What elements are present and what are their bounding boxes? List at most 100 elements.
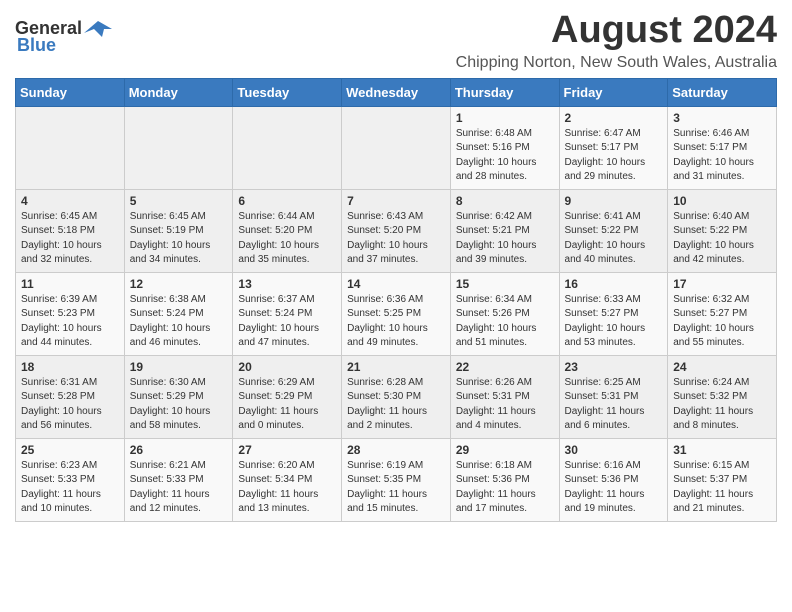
calendar-week-1: 1 Sunrise: 6:48 AMSunset: 5:16 PMDaylight… — [16, 106, 777, 189]
day-number: 11 — [21, 277, 119, 291]
day-info: Sunrise: 6:19 AMSunset: 5:35 PMDaylight:… — [347, 459, 445, 517]
calendar-cell — [16, 106, 125, 189]
calendar-cell — [342, 106, 451, 189]
day-info: Sunrise: 6:38 AMSunset: 5:24 PMDaylight:… — [130, 293, 228, 351]
calendar-cell: 3Sunrise: 6:46 AMSunset: 5:17 PMDaylight… — [668, 106, 777, 189]
day-number: 8 — [456, 194, 554, 208]
day-info: Sunrise: 6:48 AMSunset: 5:16 PMDaylight:… — [456, 127, 554, 185]
day-number: 5 — [130, 194, 228, 208]
header-wednesday: Wednesday — [342, 78, 451, 106]
day-number: 28 — [347, 443, 445, 457]
day-info: Sunrise: 6:44 AMSunset: 5:20 PMDaylight:… — [238, 210, 336, 268]
calendar-cell: 17 Sunrise: 6:32 AMSunset: 5:27 PMDayligh… — [668, 272, 777, 355]
day-info: Sunrise: 6:29 AMSunset: 5:29 PMDaylight:… — [238, 376, 336, 434]
day-info: Sunrise: 6:36 AMSunset: 5:25 PMDaylight:… — [347, 293, 445, 351]
day-number: 25 — [21, 443, 119, 457]
day-number: 18 — [21, 360, 119, 374]
main-title: August 2024 — [456, 10, 777, 52]
day-number: 13 — [238, 277, 336, 291]
day-info: Sunrise: 6:47 AMSunset: 5:17 PMDaylight:… — [565, 127, 663, 185]
day-number: 14 — [347, 277, 445, 291]
day-info: Sunrise: 6:25 AMSunset: 5:31 PMDaylight:… — [565, 376, 663, 434]
day-info: Sunrise: 6:16 AMSunset: 5:36 PMDaylight:… — [565, 459, 663, 517]
day-number: 24 — [673, 360, 771, 374]
day-number: 2 — [565, 111, 663, 125]
calendar-cell: 20 Sunrise: 6:29 AMSunset: 5:29 PMDayligh… — [233, 355, 342, 438]
calendar-week-3: 11 Sunrise: 6:39 AMSunset: 5:23 PMDayligh… — [16, 272, 777, 355]
day-number: 21 — [347, 360, 445, 374]
calendar-cell: 31 Sunrise: 6:15 AMSunset: 5:37 PMDayligh… — [668, 438, 777, 521]
day-number: 20 — [238, 360, 336, 374]
calendar-cell: 19Sunrise: 6:30 AMSunset: 5:29 PMDayligh… — [124, 355, 233, 438]
calendar-header: SundayMondayTuesdayWednesdayThursdayFrid… — [16, 78, 777, 106]
header-thursday: Thursday — [450, 78, 559, 106]
header-saturday: Saturday — [668, 78, 777, 106]
calendar-cell: 12 Sunrise: 6:38 AMSunset: 5:24 PMDayligh… — [124, 272, 233, 355]
day-number: 17 — [673, 277, 771, 291]
header-tuesday: Tuesday — [233, 78, 342, 106]
calendar-week-4: 18Sunrise: 6:31 AMSunset: 5:28 PMDayligh… — [16, 355, 777, 438]
day-info: Sunrise: 6:39 AMSunset: 5:23 PMDaylight:… — [21, 293, 119, 351]
day-info: Sunrise: 6:43 AMSunset: 5:20 PMDaylight:… — [347, 210, 445, 268]
calendar-cell: 28 Sunrise: 6:19 AMSunset: 5:35 PMDayligh… — [342, 438, 451, 521]
day-info: Sunrise: 6:34 AMSunset: 5:26 PMDaylight:… — [456, 293, 554, 351]
day-number: 23 — [565, 360, 663, 374]
calendar-cell: 16 Sunrise: 6:33 AMSunset: 5:27 PMDayligh… — [559, 272, 668, 355]
calendar-cell: 29Sunrise: 6:18 AMSunset: 5:36 PMDayligh… — [450, 438, 559, 521]
day-number: 31 — [673, 443, 771, 457]
calendar-cell: 21 Sunrise: 6:28 AMSunset: 5:30 PMDayligh… — [342, 355, 451, 438]
calendar-cell — [233, 106, 342, 189]
day-info: Sunrise: 6:28 AMSunset: 5:30 PMDaylight:… — [347, 376, 445, 434]
calendar-cell: 26Sunrise: 6:21 AMSunset: 5:33 PMDayligh… — [124, 438, 233, 521]
subtitle: Chipping Norton, New South Wales, Austra… — [456, 54, 777, 72]
header-row: SundayMondayTuesdayWednesdayThursdayFrid… — [16, 78, 777, 106]
day-info: Sunrise: 6:24 AMSunset: 5:32 PMDaylight:… — [673, 376, 771, 434]
calendar-cell: 2 Sunrise: 6:47 AMSunset: 5:17 PMDaylight… — [559, 106, 668, 189]
day-number: 16 — [565, 277, 663, 291]
day-info: Sunrise: 6:15 AMSunset: 5:37 PMDaylight:… — [673, 459, 771, 517]
day-info: Sunrise: 6:32 AMSunset: 5:27 PMDaylight:… — [673, 293, 771, 351]
logo-text-blue: Blue — [17, 35, 56, 56]
calendar-cell: 24 Sunrise: 6:24 AMSunset: 5:32 PMDayligh… — [668, 355, 777, 438]
day-number: 27 — [238, 443, 336, 457]
day-number: 12 — [130, 277, 228, 291]
calendar-cell: 8 Sunrise: 6:42 AMSunset: 5:21 PMDaylight… — [450, 189, 559, 272]
day-info: Sunrise: 6:45 AMSunset: 5:19 PMDaylight:… — [130, 210, 228, 268]
calendar-cell: 25Sunrise: 6:23 AMSunset: 5:33 PMDayligh… — [16, 438, 125, 521]
day-number: 7 — [347, 194, 445, 208]
logo-bird-icon — [84, 19, 112, 39]
title-section: August 2024 Chipping Norton, New South W… — [456, 10, 777, 72]
day-number: 15 — [456, 277, 554, 291]
day-number: 9 — [565, 194, 663, 208]
calendar-cell: 14 Sunrise: 6:36 AMSunset: 5:25 PMDayligh… — [342, 272, 451, 355]
header-sunday: Sunday — [16, 78, 125, 106]
calendar-cell: 5 Sunrise: 6:45 AMSunset: 5:19 PMDaylight… — [124, 189, 233, 272]
day-number: 26 — [130, 443, 228, 457]
day-info: Sunrise: 6:46 AMSunset: 5:17 PMDaylight:… — [673, 127, 771, 185]
calendar-cell: 13Sunrise: 6:37 AMSunset: 5:24 PMDayligh… — [233, 272, 342, 355]
calendar-cell: 10Sunrise: 6:40 AMSunset: 5:22 PMDayligh… — [668, 189, 777, 272]
page-header: General Blue August 2024 Chipping Norton… — [15, 10, 777, 72]
day-info: Sunrise: 6:26 AMSunset: 5:31 PMDaylight:… — [456, 376, 554, 434]
calendar-week-5: 25Sunrise: 6:23 AMSunset: 5:33 PMDayligh… — [16, 438, 777, 521]
calendar-cell: 9 Sunrise: 6:41 AMSunset: 5:22 PMDaylight… — [559, 189, 668, 272]
logo: General Blue — [15, 18, 112, 56]
calendar-cell: 22 Sunrise: 6:26 AMSunset: 5:31 PMDayligh… — [450, 355, 559, 438]
day-number: 19 — [130, 360, 228, 374]
day-number: 30 — [565, 443, 663, 457]
header-friday: Friday — [559, 78, 668, 106]
day-info: Sunrise: 6:41 AMSunset: 5:22 PMDaylight:… — [565, 210, 663, 268]
calendar-cell: 30 Sunrise: 6:16 AMSunset: 5:36 PMDayligh… — [559, 438, 668, 521]
day-info: Sunrise: 6:20 AMSunset: 5:34 PMDaylight:… — [238, 459, 336, 517]
day-info: Sunrise: 6:33 AMSunset: 5:27 PMDaylight:… — [565, 293, 663, 351]
header-monday: Monday — [124, 78, 233, 106]
calendar-cell — [124, 106, 233, 189]
calendar-cell: 6Sunrise: 6:44 AMSunset: 5:20 PMDaylight… — [233, 189, 342, 272]
day-number: 10 — [673, 194, 771, 208]
calendar-cell: 1 Sunrise: 6:48 AMSunset: 5:16 PMDaylight… — [450, 106, 559, 189]
calendar-cell: 11 Sunrise: 6:39 AMSunset: 5:23 PMDayligh… — [16, 272, 125, 355]
day-number: 22 — [456, 360, 554, 374]
day-info: Sunrise: 6:42 AMSunset: 5:21 PMDaylight:… — [456, 210, 554, 268]
day-number: 1 — [456, 111, 554, 125]
day-number: 29 — [456, 443, 554, 457]
